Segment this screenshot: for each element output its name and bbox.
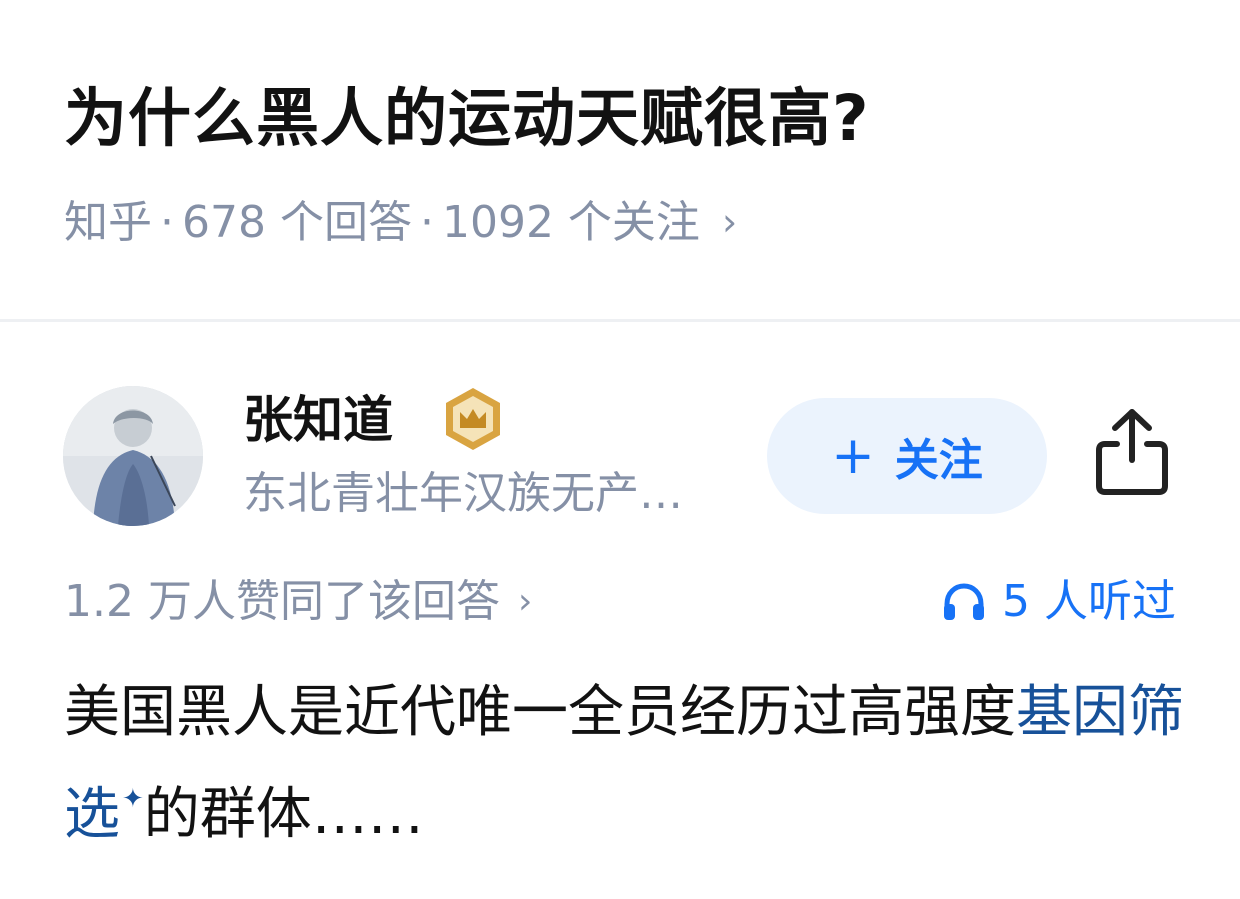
follower-count: 1092 个关注 <box>441 197 700 248</box>
question-meta[interactable]: 知乎 · 678 个回答 · 1092 个关注 › <box>64 190 737 255</box>
meta-separator: · <box>160 197 174 248</box>
chevron-right-icon: › <box>517 581 533 622</box>
plus-icon: + <box>831 426 875 486</box>
vote-count[interactable]: 1.2 万人赞同了该回答 › <box>64 570 532 634</box>
vote-text: 1.2 万人赞同了该回答 <box>64 576 500 627</box>
follow-label: 关注 <box>894 435 983 486</box>
chevron-right-icon: › <box>721 200 738 244</box>
author-bio: 东北青壮年汉族无产… <box>243 468 683 519</box>
user-avatar-image <box>63 386 203 526</box>
crown-badge-icon <box>440 386 506 456</box>
share-icon[interactable] <box>1093 408 1171 496</box>
listen-text: 5 人听过 <box>1002 576 1176 627</box>
headphones-icon <box>944 583 985 620</box>
section-divider <box>0 319 1240 322</box>
listen-count[interactable]: 5 人听过 <box>942 570 1176 634</box>
answer-text-end: 的群体…… <box>143 782 424 847</box>
author-name[interactable]: 张知道 <box>243 385 393 455</box>
question-source: 知乎 <box>64 197 152 248</box>
meta-separator: · <box>419 197 434 248</box>
answer-text-start: 美国黑人是近代唯一全员经历过高强度 <box>64 680 1016 745</box>
follow-button[interactable]: + 关注 <box>767 398 1047 514</box>
answer-count: 678 个回答 <box>182 197 412 248</box>
answer-excerpt[interactable]: 美国黑人是近代唯一全员经历过高强度基因筛选✦的群体…… <box>64 670 1194 858</box>
answer-page: 为什么黑人的运动天赋很高? 知乎 · 678 个回答 · 1092 个关注 › 张知道 东… <box>0 0 1240 899</box>
author-avatar[interactable] <box>63 386 203 526</box>
sparkle-icon: ✦ <box>122 784 144 814</box>
question-title[interactable]: 为什么黑人的运动天赋很高? <box>64 76 870 162</box>
